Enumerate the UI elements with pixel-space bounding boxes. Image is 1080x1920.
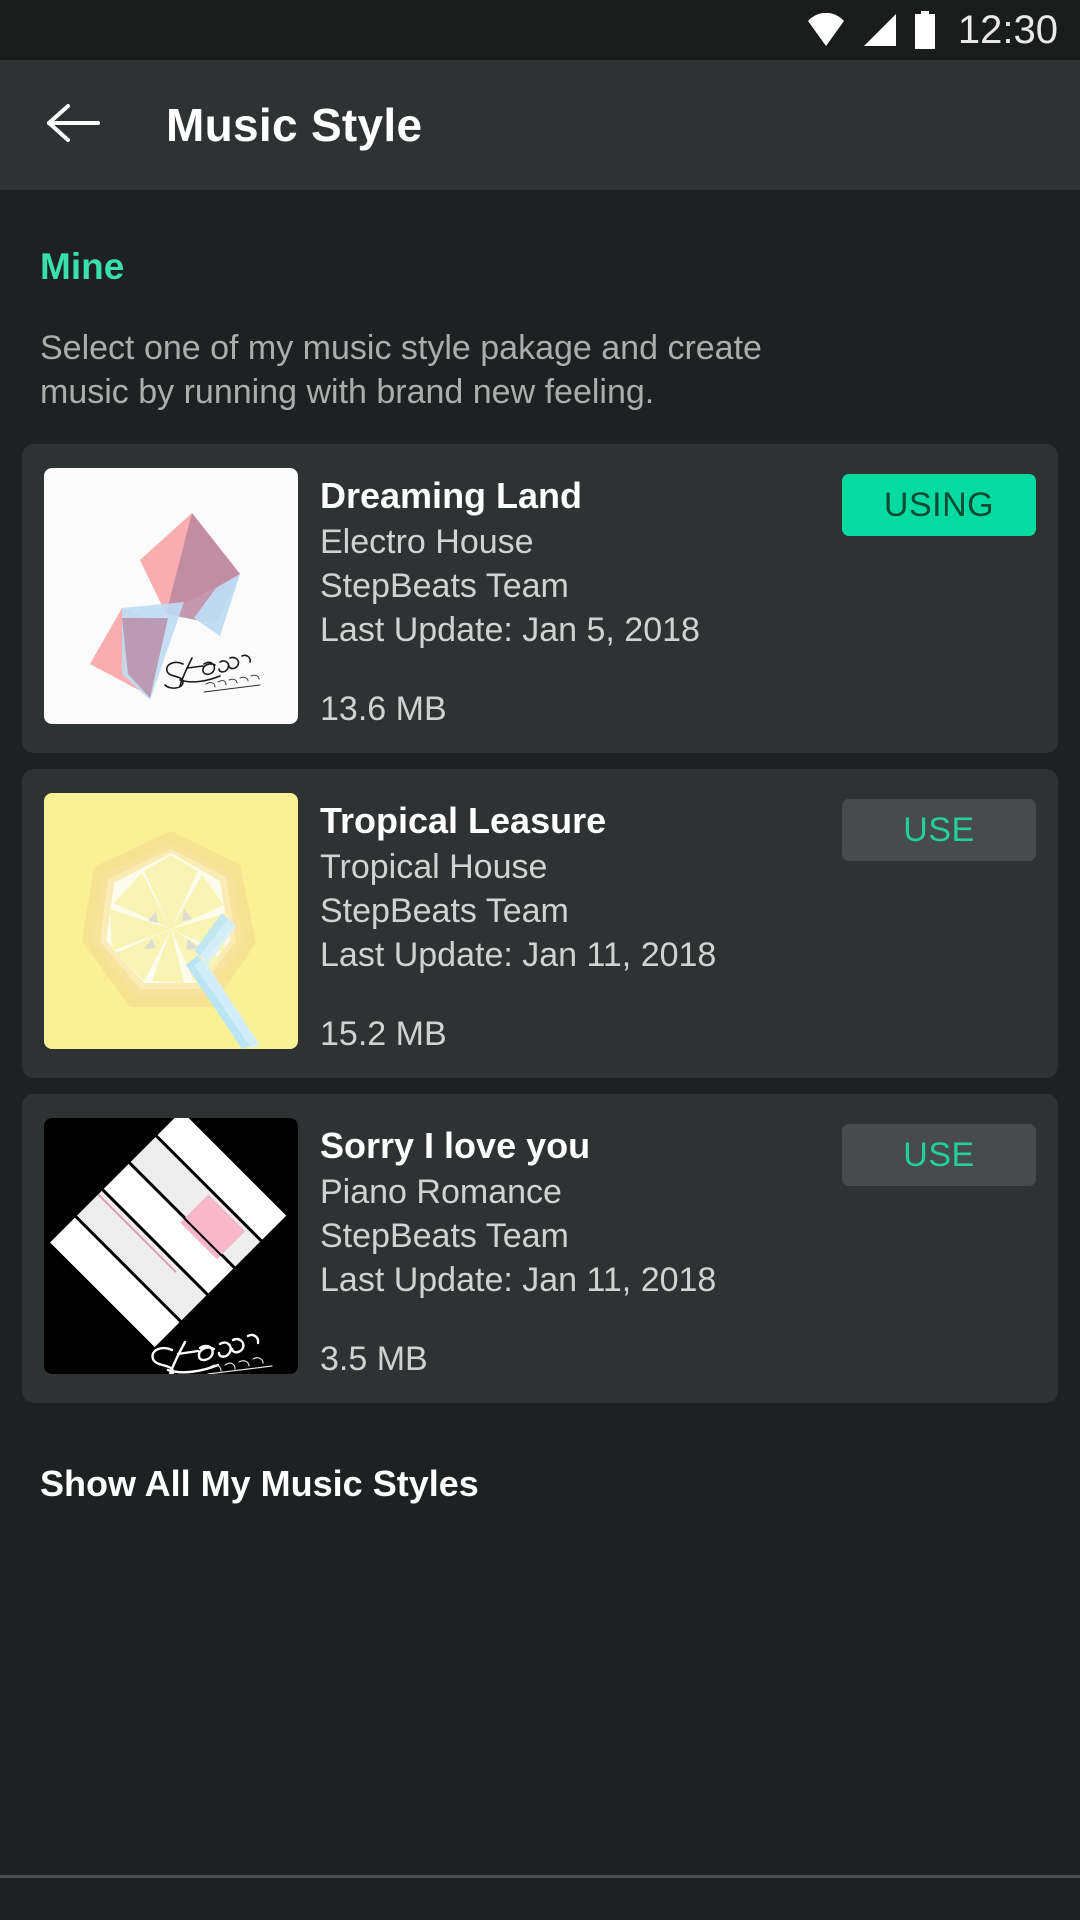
music-style-author: StepBeats Team <box>320 1214 1036 1258</box>
back-arrow-icon <box>46 102 104 149</box>
status-bar: 12:30 <box>0 0 1080 60</box>
music-style-last-update: Last Update: Jan 5, 2018 <box>320 608 1036 652</box>
section-title-mine: Mine <box>0 190 1080 288</box>
page-title: Music Style <box>166 98 422 152</box>
music-style-size: 13.6 MB <box>320 690 1036 729</box>
music-style-author: StepBeats Team <box>320 889 1036 933</box>
cellular-signal-icon <box>860 13 898 47</box>
music-style-card[interactable]: Dreaming Land Electro House StepBeats Te… <box>22 444 1058 753</box>
section-description: Select one of my music style pakage and … <box>0 288 820 414</box>
music-style-card[interactable]: Tropical Leasure Tropical House StepBeat… <box>22 769 1058 1078</box>
music-style-info: Dreaming Land Electro House StepBeats Te… <box>320 468 1036 729</box>
music-style-info: Tropical Leasure Tropical House StepBeat… <box>320 793 1036 1054</box>
music-style-size: 3.5 MB <box>320 1340 1036 1379</box>
status-bar-clock: 12:30 <box>958 8 1058 53</box>
music-style-info: Sorry I love you Piano Romance StepBeats… <box>320 1118 1036 1379</box>
music-style-size: 15.2 MB <box>320 1015 1036 1054</box>
show-all-music-styles-link[interactable]: Show All My Music Styles <box>0 1419 1080 1505</box>
page-body: Mine Select one of my music style pakage… <box>0 190 1080 1920</box>
music-style-card[interactable]: Sorry I love you Piano Romance StepBeats… <box>22 1094 1058 1403</box>
music-style-last-update: Last Update: Jan 11, 2018 <box>320 1258 1036 1302</box>
using-button[interactable]: USING <box>842 474 1036 536</box>
tropical-leasure-album-art <box>44 793 298 1049</box>
bottom-divider <box>0 1875 1080 1878</box>
use-button[interactable]: USE <box>842 1124 1036 1186</box>
music-style-list: Dreaming Land Electro House StepBeats Te… <box>0 414 1080 1403</box>
back-button[interactable] <box>44 94 106 156</box>
music-style-author: StepBeats Team <box>320 564 1036 608</box>
sorry-i-love-you-album-art <box>44 1118 298 1374</box>
wifi-icon <box>806 13 846 47</box>
battery-icon <box>912 11 938 49</box>
app-bar: Music Style <box>0 60 1080 190</box>
music-style-last-update: Last Update: Jan 11, 2018 <box>320 933 1036 977</box>
dreaming-land-album-art <box>44 468 298 724</box>
use-button[interactable]: USE <box>842 799 1036 861</box>
